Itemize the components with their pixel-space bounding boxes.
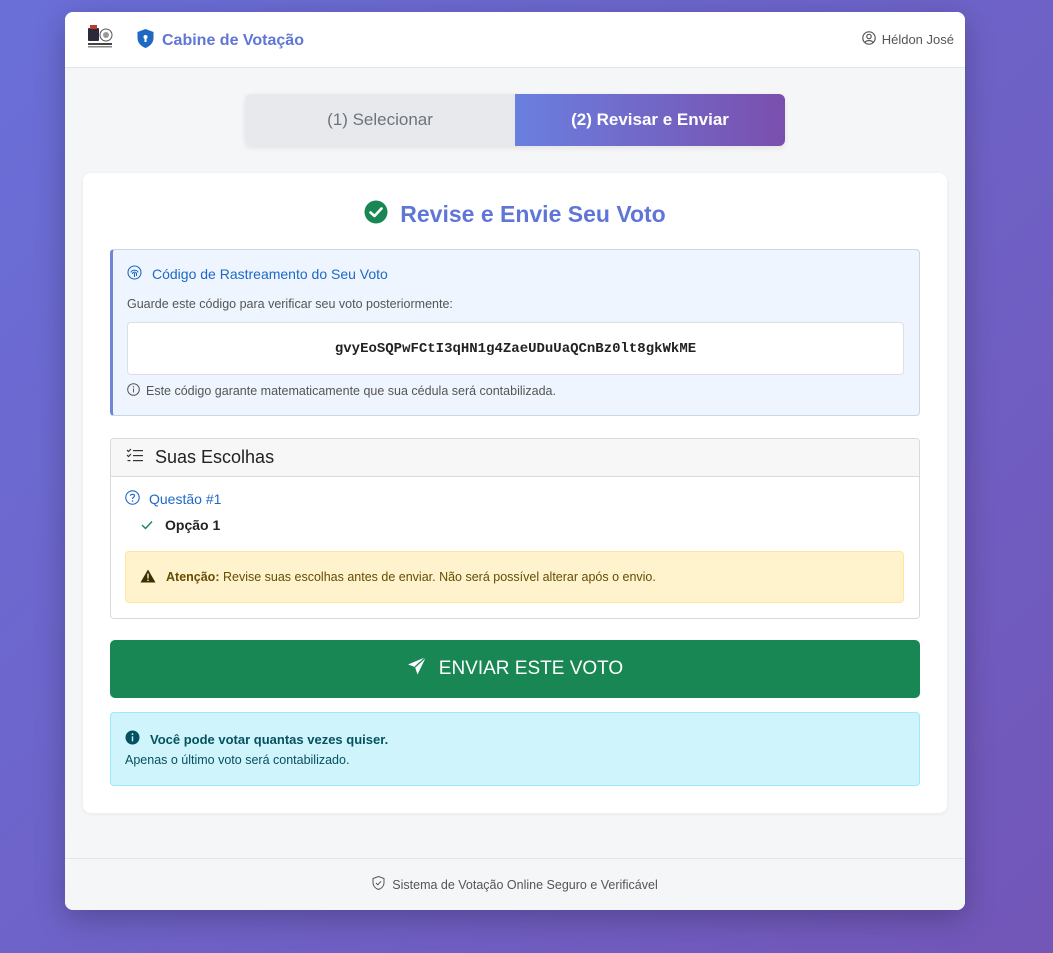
voting-booth-window: Cabine de Votação Héldon José (1) Seleci…: [65, 12, 965, 910]
brand-title: Cabine de Votação: [162, 32, 304, 49]
choices-header: Suas Escolhas: [111, 439, 919, 477]
review-card: Revise e Envie Seu Voto Código de Rastre…: [83, 173, 947, 813]
fingerprint-icon: [127, 265, 142, 283]
step-review-submit: (2) Revisar e Enviar: [515, 94, 785, 146]
review-heading: Revise e Envie Seu Voto: [83, 200, 947, 229]
info-heading: Você pode votar quantas vezes quiser.: [125, 730, 388, 748]
selected-option: Opção 1: [141, 517, 220, 533]
submit-vote-label: ENVIAR ESTE VOTO: [438, 658, 624, 679]
university-seal-logo: [87, 25, 113, 49]
shield-icon: [137, 29, 154, 53]
warning-alert: Atenção: Revise suas escolhas antes de e…: [125, 551, 904, 603]
submit-vote-button[interactable]: ENVIAR ESTE VOTO: [110, 640, 920, 698]
footer-text: Sistema de Votação Online Seguro e Verif…: [392, 877, 658, 892]
warning-triangle-icon: [140, 569, 156, 586]
check-circle-icon: [364, 200, 388, 229]
info-detail: Apenas o último voto será contabilizado.: [125, 753, 350, 767]
tracking-subtitle: Guarde este código para verificar seu vo…: [127, 297, 453, 311]
question-circle-icon: [125, 490, 140, 508]
user-menu[interactable]: Héldon José: [861, 31, 954, 48]
check-icon: [141, 517, 153, 533]
step-select[interactable]: (1) Selecionar: [245, 94, 515, 146]
tracking-code-panel: Código de Rastreamento do Seu Voto Guard…: [110, 249, 920, 416]
user-circle-icon: [861, 31, 876, 48]
info-circle-icon: [127, 383, 140, 399]
info-alert: Você pode votar quantas vezes quiser. Ap…: [110, 712, 920, 786]
selected-option-label: Opção 1: [165, 517, 221, 533]
user-name: Héldon José: [881, 32, 954, 47]
tracking-code[interactable]: gvyEoSQPwFCtI3qHN1g4ZaeUDuUaQCnBz0lt8gkW…: [127, 322, 904, 375]
tracking-heading: Código de Rastreamento do Seu Voto: [127, 265, 388, 283]
choices-panel: Suas Escolhas Questão #1 Opção 1 Atenção…: [110, 438, 920, 619]
paper-plane-icon: [407, 656, 427, 682]
tracking-note: Este código garante matematicamente que …: [127, 383, 556, 399]
tracking-heading-label: Código de Rastreamento do Seu Voto: [152, 266, 388, 282]
warning-text: Atenção: Revise suas escolhas antes de e…: [166, 570, 656, 584]
footer: Sistema de Votação Online Seguro e Verif…: [65, 858, 965, 910]
question-text: Questão #1: [149, 491, 222, 507]
page-title: Revise e Envie Seu Voto: [400, 201, 666, 227]
question-label: Questão #1: [125, 490, 221, 508]
warning-message: Revise suas escolhas antes de enviar. Nã…: [222, 570, 656, 584]
info-heading-text: Você pode votar quantas vezes quiser.: [150, 731, 389, 747]
list-check-icon: [126, 448, 143, 467]
tracking-note-text: Este código garante matematicamente que …: [146, 384, 556, 398]
shield-check-icon: [372, 875, 385, 893]
step-indicator: (1) Selecionar (2) Revisar e Enviar: [245, 94, 785, 146]
choices-title: Suas Escolhas: [155, 447, 275, 467]
navbar: Cabine de Votação Héldon José: [65, 12, 965, 68]
brand[interactable]: Cabine de Votação: [137, 29, 304, 53]
info-filled-icon: [125, 730, 140, 748]
warning-label: Atenção:: [166, 570, 220, 584]
